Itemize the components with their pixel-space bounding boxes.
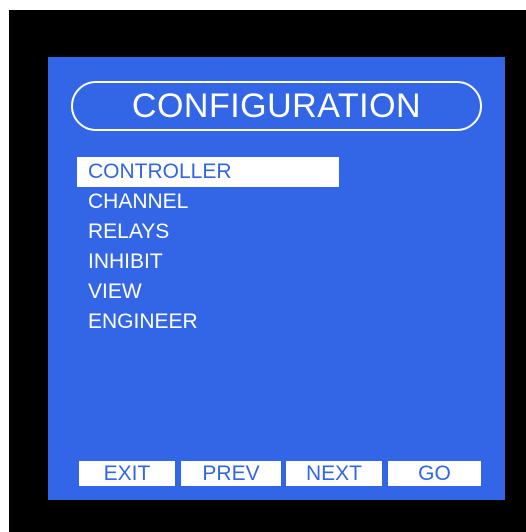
page-title: CONFIGURATION bbox=[71, 81, 482, 131]
prev-button[interactable]: PREV bbox=[181, 461, 281, 486]
device-bezel: CONFIGURATION CONTROLLER CHANNEL RELAYS … bbox=[9, 10, 526, 532]
exit-button[interactable]: EXIT bbox=[79, 461, 175, 486]
configuration-menu: CONTROLLER CHANNEL RELAYS INHIBIT VIEW E… bbox=[77, 157, 339, 337]
menu-item-inhibit[interactable]: INHIBIT bbox=[77, 247, 339, 277]
menu-item-channel[interactable]: CHANNEL bbox=[77, 187, 339, 217]
go-button[interactable]: GO bbox=[388, 461, 481, 486]
menu-item-relays[interactable]: RELAYS bbox=[77, 217, 339, 247]
menu-item-view[interactable]: VIEW bbox=[77, 277, 339, 307]
display-screen: CONFIGURATION CONTROLLER CHANNEL RELAYS … bbox=[48, 57, 505, 500]
next-button[interactable]: NEXT bbox=[286, 461, 382, 486]
menu-item-controller[interactable]: CONTROLLER bbox=[77, 157, 339, 187]
menu-item-engineer[interactable]: ENGINEER bbox=[77, 307, 339, 337]
